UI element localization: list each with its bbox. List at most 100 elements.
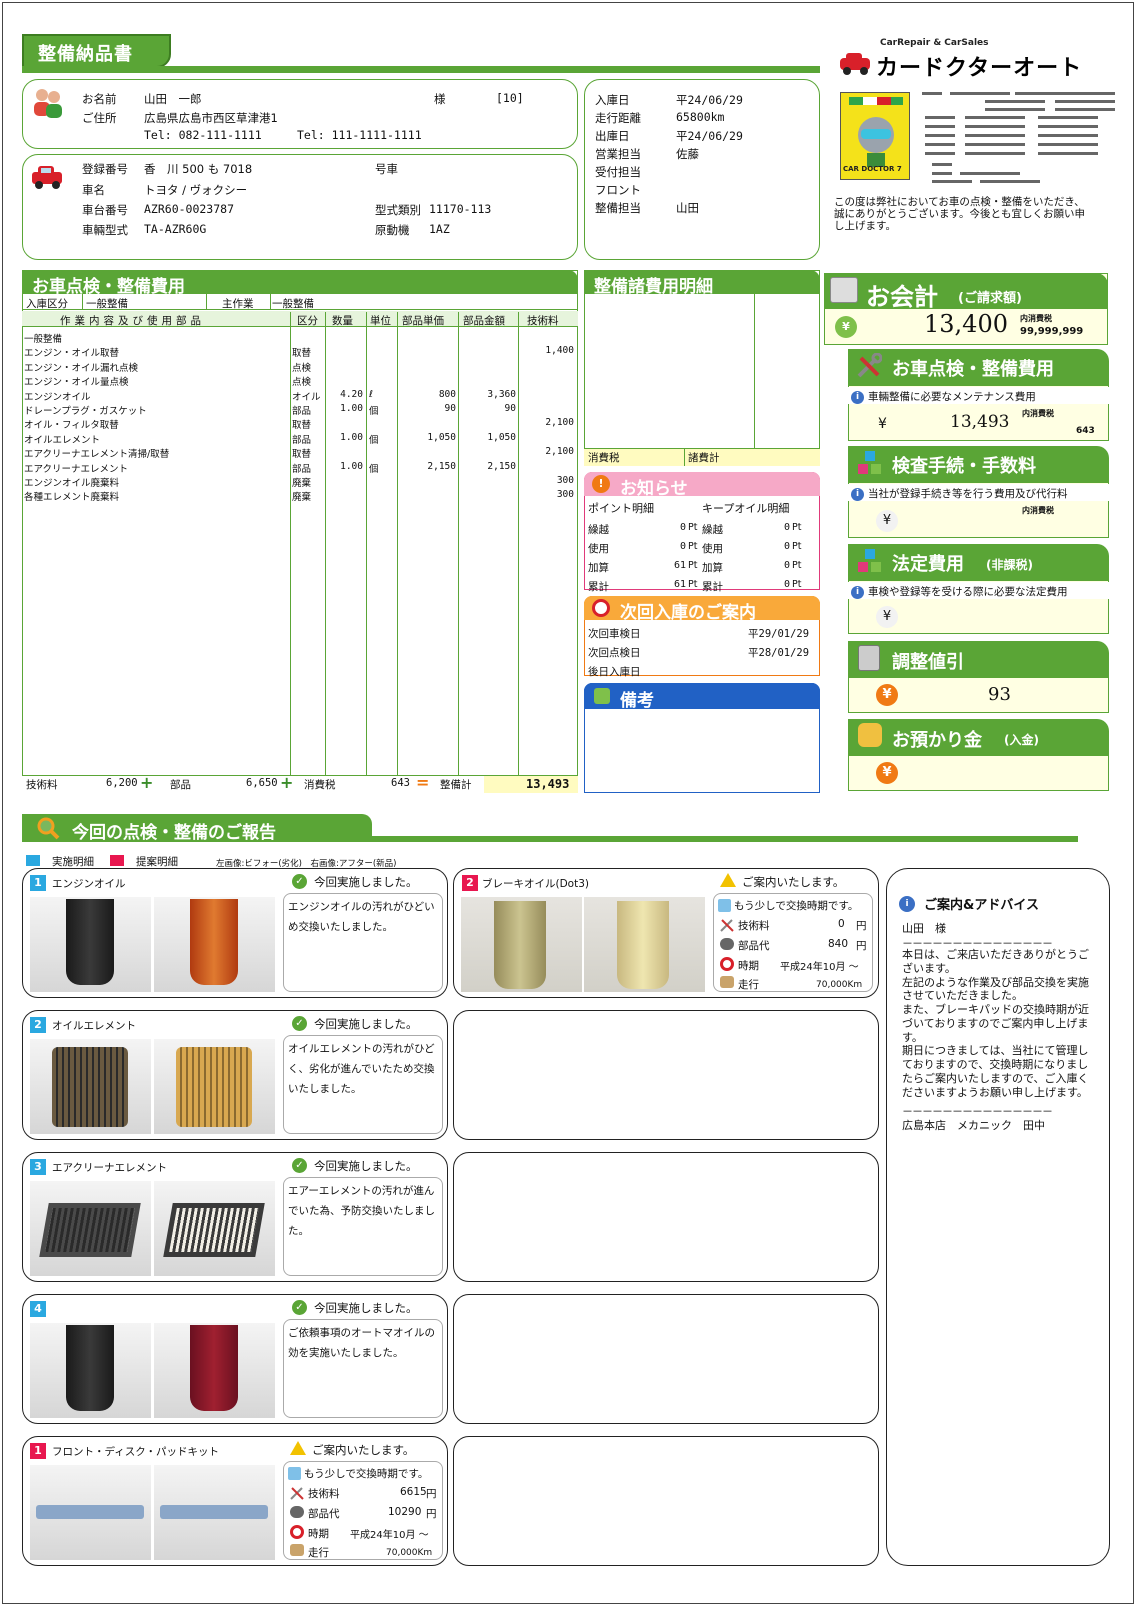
point-row-label: 加算 xyxy=(588,562,609,574)
done-label: 今回実施しました。 xyxy=(314,875,418,889)
cubes-icon xyxy=(856,450,884,478)
oil-row-unit: Pt xyxy=(792,579,802,590)
register-icon xyxy=(830,277,858,303)
report-item-num: 1 xyxy=(30,875,46,891)
report-item-name: エンジンオイル xyxy=(52,878,126,890)
visit-label-1: 走行距離 xyxy=(595,111,641,125)
time-label: 時期 xyxy=(308,1528,329,1540)
billing-sub: (ご請求額) xyxy=(958,291,1022,306)
misc-divider xyxy=(754,294,755,466)
car-name-value: トヨタ / ヴォクシー xyxy=(144,183,248,197)
model-label: 車輛型式 xyxy=(82,223,128,237)
service-title: お車点検・整備費用 xyxy=(22,270,578,297)
car-name-label: 車名 xyxy=(82,183,105,197)
row-qty: 4.20 xyxy=(340,389,363,400)
row-name: エンジンオイル xyxy=(24,392,91,403)
billing-title: お会計 xyxy=(866,283,938,311)
misc-costs-title: 整備諸費用明細 xyxy=(584,270,820,297)
point-row-unit: Pt xyxy=(688,560,698,571)
parts-icon xyxy=(720,938,734,950)
pad-time-value: 平成24年10月 ～ xyxy=(350,1530,429,1541)
customer-tel1: Tel: 082-111-1111 xyxy=(144,128,262,142)
billing-tax-note: 内消費税 xyxy=(1020,314,1052,323)
row-kubun: 取替 xyxy=(292,348,312,359)
done-label: 今回実施しました。 xyxy=(314,1301,418,1315)
row-tech: 2,100 xyxy=(545,446,574,457)
report-title: 今回の点検・整備のご報告 xyxy=(72,823,276,843)
col-line xyxy=(458,312,459,792)
col-header-kubun: 区分 xyxy=(297,315,318,327)
kubun-divider xyxy=(206,294,207,310)
sec3-header xyxy=(848,544,1109,580)
point-row-value: 61 xyxy=(673,560,686,571)
after-photo xyxy=(154,1323,275,1418)
oil-row-value: 0 xyxy=(783,579,790,590)
done-label: 今回実施しました。 xyxy=(314,1159,418,1173)
plus-sign: + xyxy=(280,773,294,792)
tax-total-label: 消費税 xyxy=(304,779,336,791)
time-label: 時期 xyxy=(738,960,759,972)
sec2-desc: 当社が登録手続き等を行う費用及び代行料 xyxy=(868,488,1068,500)
info-icon: i xyxy=(851,486,864,501)
row-kubun: 点検 xyxy=(292,363,312,374)
report-item-num: 2 xyxy=(30,1017,46,1033)
yen-sign: ¥ xyxy=(878,416,887,432)
legend-done-label: 実施明細 xyxy=(52,856,94,868)
row-price: 2,150 xyxy=(427,461,456,472)
next-tenken-label: 次回点検日 xyxy=(588,647,641,659)
row-kubun: 取替 xyxy=(292,420,312,431)
mascot-image: CAR DOCTOR 7 xyxy=(840,92,910,180)
chassis-value: AZR60-0023787 xyxy=(144,202,235,216)
plus-sign: + xyxy=(140,773,154,792)
parts-total-value: 6,650 xyxy=(246,777,278,789)
report-item-num: 1 xyxy=(30,1443,46,1459)
magnifier-icon xyxy=(36,816,60,840)
row-qty: 1.00 xyxy=(340,403,363,414)
next-shaken-value: 平29/01/29 xyxy=(748,628,810,640)
col-line xyxy=(290,312,291,792)
tools-icon xyxy=(856,352,883,379)
oil-row-value: 0 xyxy=(783,560,790,571)
report-item-num: 2 xyxy=(462,875,478,891)
advice-line: 左記のような作業及び部品交換を実施させていただきました。 xyxy=(902,975,1089,1003)
col-header-tech: 技術料 xyxy=(527,315,559,327)
yen-sign: ¥ xyxy=(876,606,898,628)
visit-value-2: 平24/06/29 xyxy=(676,129,743,143)
report-item-name: ブレーキオイル(Dot3) xyxy=(482,878,589,890)
money-bag-icon xyxy=(858,723,882,747)
advice-line: 期日につきましては、当社にて管理しておりますので、交換時期になりましたらご案内い… xyxy=(902,1044,1089,1099)
warning-icon xyxy=(290,1441,306,1455)
row-name: エンジン・オイル取替 xyxy=(24,348,120,359)
misc-tax-label: 消費税 xyxy=(588,452,620,464)
point-title: ポイント明細 xyxy=(588,502,654,515)
legend-prop-label: 提案明細 xyxy=(136,856,178,868)
row-tech: 1,400 xyxy=(545,345,574,356)
parts-label: 部品代 xyxy=(738,940,770,952)
type-value: 11170-113 xyxy=(429,202,492,216)
yen-unit: 円 xyxy=(426,1508,437,1520)
oil-row-unit: Pt xyxy=(792,522,802,533)
after-photo xyxy=(584,897,705,992)
run-icon xyxy=(290,1544,304,1556)
oil-title: キープオイル明細 xyxy=(702,502,790,515)
next-tenken-value: 平28/01/29 xyxy=(748,647,810,659)
warning-icon xyxy=(720,873,736,887)
legend-prop-swatch xyxy=(110,855,124,866)
row-name: エンジンオイル廃棄料 xyxy=(24,478,120,489)
cubes-icon xyxy=(856,548,884,576)
after-photo xyxy=(154,1039,275,1134)
visit-value-1: 65800km xyxy=(676,110,725,124)
misc-costs-box xyxy=(584,270,820,466)
row-amount: 3,360 xyxy=(487,389,516,400)
tech-label: 技術料 xyxy=(308,1488,340,1500)
point-row-unit: Pt xyxy=(688,579,698,590)
sec1-tax-value: 643 xyxy=(1076,426,1095,436)
report-item-text: ご依頼事項のオートマオイルの効を実施いたしました。 xyxy=(283,1319,443,1418)
visit-value-3: 佐藤 xyxy=(676,147,699,161)
pad-tech-value: 6615 xyxy=(400,1486,427,1498)
col-header-unit: 単位 xyxy=(370,315,391,327)
parts-label: 部品代 xyxy=(308,1508,340,1520)
clock-icon xyxy=(720,957,734,971)
point-row-label: 繰越 xyxy=(588,524,609,536)
customer-tel2: Tel: 111-1111-1111 xyxy=(297,128,422,142)
